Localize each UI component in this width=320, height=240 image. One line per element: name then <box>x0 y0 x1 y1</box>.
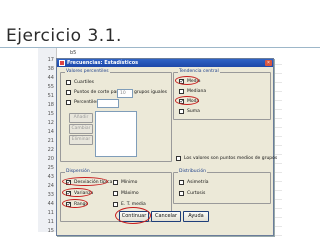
row-number: 25 <box>47 165 54 171</box>
row-number: 43 <box>47 174 54 180</box>
frequencies-statistics-dialog: Frecuencias: Estadísticos × Valores perc… <box>56 58 278 236</box>
row-number: 22 <box>47 147 54 153</box>
percentiles-list[interactable] <box>95 111 137 157</box>
row-number: 20 <box>47 156 54 162</box>
row-number: 44 <box>47 201 54 207</box>
change-button[interactable]: Cambiar <box>69 124 93 134</box>
desviacion-highlight-oval <box>62 177 108 186</box>
row-number: 15 <box>47 228 54 234</box>
slide-title: Ejercicio 3.1. <box>6 26 122 46</box>
row-number: 55 <box>47 84 54 90</box>
rango-highlight-oval <box>62 199 88 208</box>
mediana-checkbox[interactable] <box>179 89 184 94</box>
puntos-corte-label: Puntos de corte para: <box>74 90 123 95</box>
distribution-group-label: Distribución <box>178 169 207 174</box>
minimo-checkbox[interactable] <box>113 180 118 185</box>
suma-checkbox[interactable] <box>179 109 184 114</box>
maximo-checkbox[interactable] <box>113 191 118 196</box>
row-number: 51 <box>47 93 54 99</box>
puntos-corte-checkbox[interactable] <box>66 90 71 95</box>
dispersion-group-label: Dispersión <box>65 169 91 174</box>
distribution-group: Distribución Asimetría Curtosis <box>173 169 271 204</box>
spreadsheet-header-cell: b5 <box>70 50 77 56</box>
et-media-checkbox[interactable] <box>113 202 118 207</box>
row-number: 24 <box>47 183 54 189</box>
row-number: 11 <box>47 210 54 216</box>
puntos-corte-value: 10 <box>120 91 126 96</box>
row-number: 33 <box>47 192 54 198</box>
percentile-values-group: Valores percentiles Cuartiles Puntos de … <box>60 69 172 162</box>
percentile-group-label: Valores percentiles <box>65 69 110 74</box>
close-icon[interactable]: × <box>265 60 272 66</box>
add-button[interactable]: Añadir <box>69 113 93 123</box>
media-highlight-oval <box>175 76 199 85</box>
row-number: 17 <box>47 57 54 63</box>
row-number: 14 <box>47 129 54 135</box>
minimo-label: Mínimo <box>121 180 138 185</box>
moda-highlight-oval <box>175 96 199 105</box>
dialog-titlebar: Frecuencias: Estadísticos × <box>57 59 273 67</box>
percentiles-input[interactable] <box>97 99 119 108</box>
cuartiles-label: Cuartiles <box>74 80 94 85</box>
curtosis-checkbox[interactable] <box>179 191 184 196</box>
percentiles-checkbox[interactable] <box>66 100 71 105</box>
remove-button[interactable]: Eliminar <box>69 135 93 145</box>
mediana-label: Mediana <box>187 89 207 94</box>
row-number: 38 <box>47 66 54 72</box>
maximo-label: Máximo <box>121 191 139 196</box>
cuartiles-checkbox[interactable] <box>66 80 71 85</box>
row-number: 11 <box>47 219 54 225</box>
midpoints-checkbox[interactable] <box>176 156 181 161</box>
help-button[interactable]: Ayuda <box>183 211 209 222</box>
row-number: 12 <box>47 120 54 126</box>
central-group-label: Tendencia central <box>178 69 220 74</box>
varianza-highlight-oval <box>62 188 92 197</box>
asimetria-label: Asimetría <box>187 180 209 185</box>
row-number: 44 <box>47 75 54 81</box>
dialog-title: Frecuencias: Estadísticos <box>67 60 139 66</box>
row-number: 18 <box>47 102 54 108</box>
cancel-button[interactable]: Cancelar <box>151 211 181 222</box>
row-number: 15 <box>47 111 54 117</box>
suma-label: Suma <box>187 109 200 114</box>
midpoints-label: Los valores son puntos medios de grupos <box>184 156 278 161</box>
row-number: 21 <box>47 138 54 144</box>
continue-highlight-oval <box>115 207 151 224</box>
curtosis-label: Curtosis <box>187 191 206 196</box>
grupos-iguales-label: grupos iguales <box>134 90 168 95</box>
app-icon <box>59 60 65 66</box>
puntos-corte-input[interactable]: 10 <box>117 89 133 98</box>
asimetria-checkbox[interactable] <box>179 180 184 185</box>
